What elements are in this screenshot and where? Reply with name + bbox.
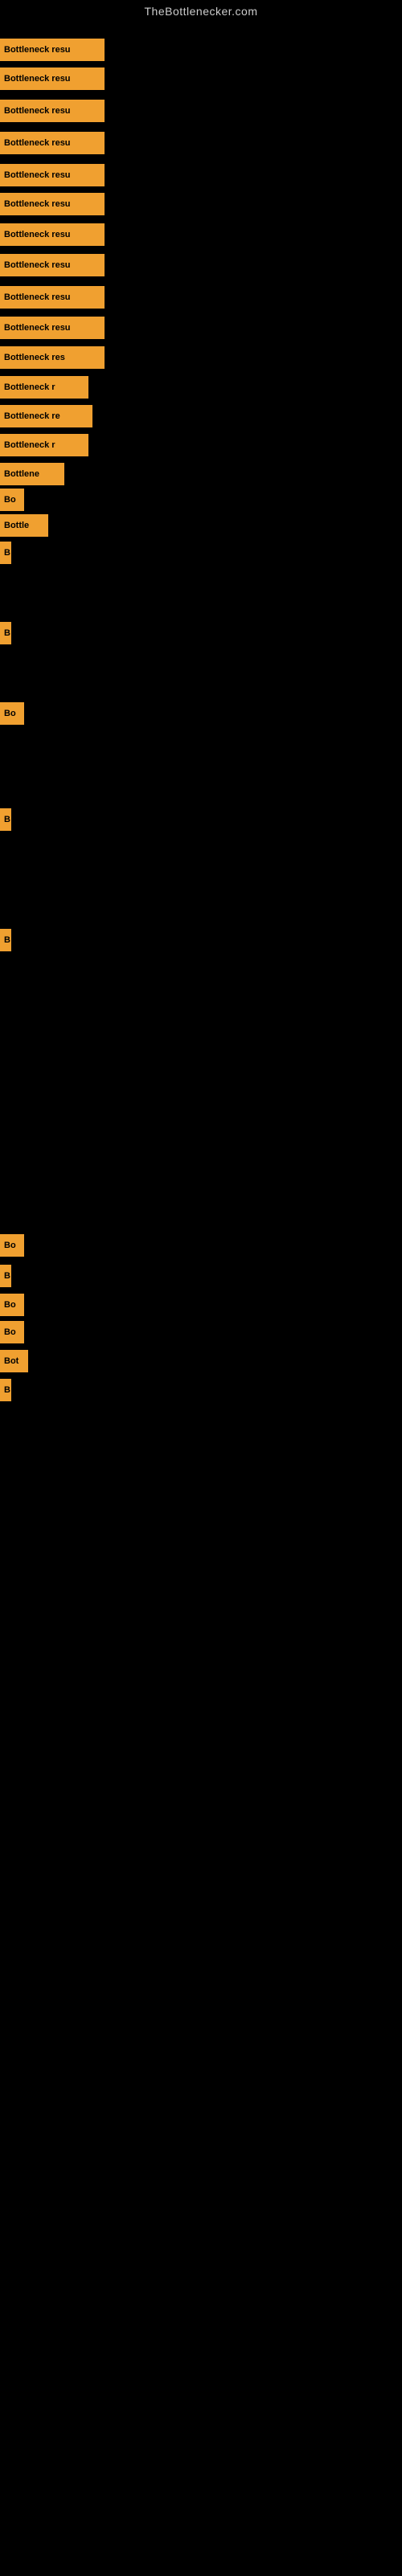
bar-label-10: Bottleneck resu bbox=[0, 317, 105, 339]
bar-label-5: Bottleneck resu bbox=[0, 164, 105, 186]
bar-label-11: Bottleneck res bbox=[0, 346, 105, 369]
bar-row-28: B bbox=[0, 1379, 11, 1401]
bar-label-1: Bottleneck resu bbox=[0, 39, 105, 61]
bar-row-17: Bottle bbox=[0, 514, 48, 537]
bar-row-16: Bo bbox=[0, 489, 24, 511]
bar-row-1: Bottleneck resu bbox=[0, 39, 105, 61]
bar-label-19: B bbox=[0, 622, 11, 644]
bar-row-14: Bottleneck r bbox=[0, 434, 88, 456]
bar-row-27: Bot bbox=[0, 1350, 28, 1372]
bar-row-8: Bottleneck resu bbox=[0, 254, 105, 276]
bar-row-24: B bbox=[0, 1265, 11, 1287]
bar-label-15: Bottlene bbox=[0, 463, 64, 485]
bar-label-28: B bbox=[0, 1379, 11, 1401]
site-title: TheBottlenecker.com bbox=[0, 0, 402, 21]
bar-label-16: Bo bbox=[0, 489, 24, 511]
bar-row-7: Bottleneck resu bbox=[0, 223, 105, 246]
bar-row-11: Bottleneck res bbox=[0, 346, 105, 369]
bar-row-22: B bbox=[0, 929, 11, 951]
bar-row-15: Bottlene bbox=[0, 463, 64, 485]
bar-row-23: Bo bbox=[0, 1234, 24, 1257]
bar-row-6: Bottleneck resu bbox=[0, 193, 105, 215]
bar-label-2: Bottleneck resu bbox=[0, 67, 105, 90]
bar-label-13: Bottleneck re bbox=[0, 405, 92, 427]
bar-row-5: Bottleneck resu bbox=[0, 164, 105, 186]
bar-row-20: Bo bbox=[0, 702, 24, 725]
bar-row-10: Bottleneck resu bbox=[0, 317, 105, 339]
bar-label-20: Bo bbox=[0, 702, 24, 725]
bar-label-25: Bo bbox=[0, 1294, 24, 1316]
bar-label-8: Bottleneck resu bbox=[0, 254, 105, 276]
bar-label-6: Bottleneck resu bbox=[0, 193, 105, 215]
bar-label-27: Bot bbox=[0, 1350, 28, 1372]
bar-row-3: Bottleneck resu bbox=[0, 100, 105, 122]
bar-row-9: Bottleneck resu bbox=[0, 286, 105, 309]
bar-label-3: Bottleneck resu bbox=[0, 100, 105, 122]
bar-label-23: Bo bbox=[0, 1234, 24, 1257]
bar-row-21: B bbox=[0, 808, 11, 831]
bar-label-24: B bbox=[0, 1265, 11, 1287]
bar-label-7: Bottleneck resu bbox=[0, 223, 105, 246]
bar-label-22: B bbox=[0, 929, 11, 951]
bar-row-18: B bbox=[0, 542, 11, 564]
bar-row-26: Bo bbox=[0, 1321, 24, 1343]
bar-label-4: Bottleneck resu bbox=[0, 132, 105, 154]
bar-row-4: Bottleneck resu bbox=[0, 132, 105, 154]
bar-row-12: Bottleneck r bbox=[0, 376, 88, 399]
bar-label-18: B bbox=[0, 542, 11, 564]
bar-label-14: Bottleneck r bbox=[0, 434, 88, 456]
bar-row-13: Bottleneck re bbox=[0, 405, 92, 427]
bar-row-2: Bottleneck resu bbox=[0, 67, 105, 90]
bar-label-9: Bottleneck resu bbox=[0, 286, 105, 309]
bar-row-19: B bbox=[0, 622, 11, 644]
bar-label-17: Bottle bbox=[0, 514, 48, 537]
bar-label-26: Bo bbox=[0, 1321, 24, 1343]
bar-label-12: Bottleneck r bbox=[0, 376, 88, 399]
bar-label-21: B bbox=[0, 808, 11, 831]
bar-row-25: Bo bbox=[0, 1294, 24, 1316]
